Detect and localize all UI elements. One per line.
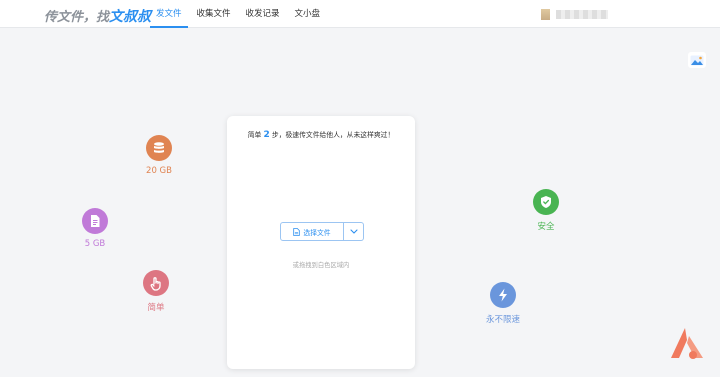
logo-brand: 文叔叔 — [109, 9, 152, 25]
shield-check-icon — [533, 189, 559, 215]
tip-step-count: 2 — [263, 130, 270, 140]
brand-a-logo-icon — [671, 328, 703, 359]
nav-mini-drive[interactable]: 文小盘 — [289, 0, 327, 28]
document-icon — [82, 208, 108, 234]
select-file-label: 选择文件 — [303, 228, 331, 237]
nav-send-files[interactable]: 发文件 — [150, 0, 188, 28]
feature-simple: 简单 — [126, 270, 186, 313]
wallpaper-button[interactable] — [688, 52, 706, 68]
feature-storage-label: 20 GB — [146, 166, 172, 176]
tip-prefix: 简单 — [247, 131, 262, 139]
main-nav: 发文件 收集文件 收发记录 文小盘 — [150, 0, 329, 28]
landscape-picture-icon — [690, 55, 704, 65]
feature-secure-label: 安全 — [537, 222, 555, 232]
upload-tip: 简单 2 步，极速传文件给他人，从未这样爽过！ — [227, 129, 415, 140]
hand-pointer-icon — [143, 270, 169, 296]
avatar[interactable] — [541, 9, 550, 20]
brand-corner-logo — [669, 326, 705, 366]
database-icon — [146, 135, 172, 161]
drag-drop-hint: 或拖拽到白色区域内 — [292, 262, 350, 269]
username-blurred — [556, 10, 608, 19]
feature-speed-label: 永不限速 — [485, 315, 520, 325]
user-account-menu[interactable] — [541, 9, 608, 20]
logo-slogan: 传文件，找 — [44, 10, 110, 25]
feature-speed: 永不限速 — [473, 282, 533, 325]
feature-secure: 安全 — [516, 189, 576, 232]
file-icon — [293, 227, 301, 236]
tip-suffix: 步，极速传文件给他人，从未这样爽过！ — [271, 131, 395, 139]
upload-card[interactable]: 简单 2 步，极速传文件给他人，从未这样爽过！ 选择文件 或拖拽到白色区域内 — [227, 116, 415, 369]
site-logo[interactable]: 传文件，找文叔叔 — [44, 6, 151, 26]
select-options-dropdown[interactable] — [344, 222, 364, 241]
feature-file-size-label: 5 GB — [84, 239, 106, 249]
feature-simple-label: 简单 — [147, 303, 165, 313]
top-header: 传文件，找文叔叔 发文件 收集文件 收发记录 文小盘 — [0, 0, 720, 28]
lightning-icon — [490, 282, 516, 308]
nav-transfer-records[interactable]: 收发记录 — [240, 0, 286, 28]
feature-storage: 20 GB — [129, 135, 189, 176]
chevron-down-icon — [349, 229, 358, 234]
nav-collect-files[interactable]: 收集文件 — [191, 0, 237, 28]
feature-file-size: 5 GB — [65, 208, 125, 249]
select-file-button[interactable]: 选择文件 — [280, 222, 344, 241]
select-file-group: 选择文件 — [280, 222, 364, 241]
